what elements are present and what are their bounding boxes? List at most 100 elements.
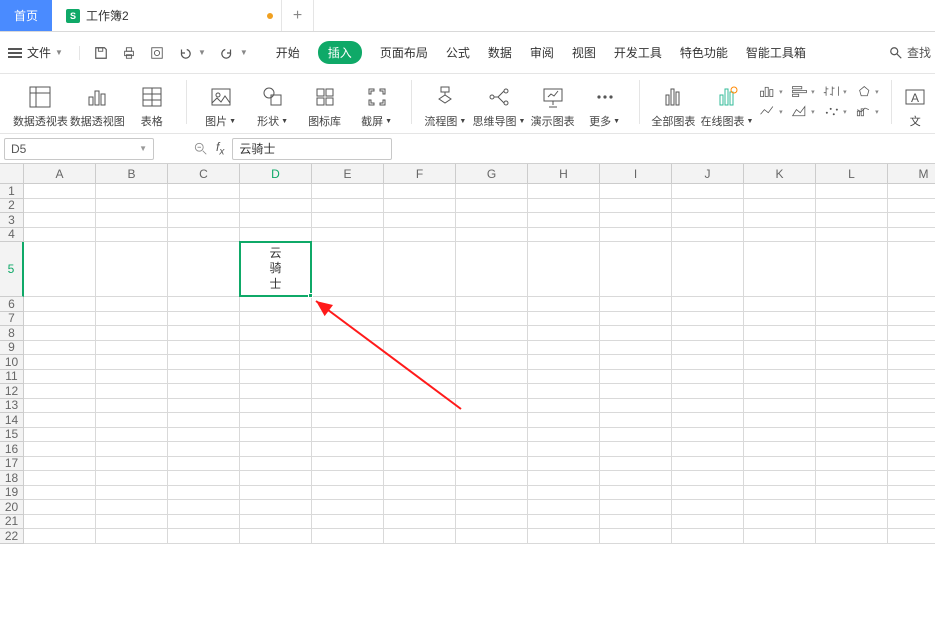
row-header-4[interactable]: 4 — [0, 228, 24, 243]
fx-icon[interactable]: fx — [216, 140, 224, 157]
active-cell[interactable]: 云骑士 — [239, 241, 312, 297]
mindmap-label: 思维导图 — [473, 113, 517, 129]
radar-chart-icon[interactable]: ▾ — [855, 84, 879, 100]
formula-bar-row: D5 ▼ fx 云骑士 — [0, 134, 935, 164]
tab-data[interactable]: 数据 — [488, 44, 512, 61]
row-header-7[interactable]: 7 — [0, 312, 24, 327]
row-header-16[interactable]: 16 — [0, 442, 24, 457]
row-header-20[interactable]: 20 — [0, 500, 24, 515]
select-all-corner[interactable] — [0, 164, 24, 184]
col-header-I[interactable]: I — [600, 164, 672, 184]
spreadsheet-grid[interactable]: ABCDEFGHIJKLM 12345678910111213141516171… — [0, 164, 935, 635]
pivot-table-button[interactable]: 数据透视表 — [14, 74, 67, 129]
scatter-chart-icon[interactable]: ▾ — [823, 104, 847, 120]
cell-grid[interactable] — [24, 184, 935, 544]
picture-button[interactable]: 图片▼ — [197, 74, 245, 129]
icon-library-button[interactable]: 图标库 — [301, 74, 349, 129]
mini-chart-group-2: ▾ ▾ — [789, 74, 817, 129]
row-header-18[interactable]: 18 — [0, 471, 24, 486]
col-header-A[interactable]: A — [24, 164, 96, 184]
tab-smart-toolbox[interactable]: 智能工具箱 — [746, 44, 806, 61]
print-icon[interactable] — [122, 46, 136, 60]
tab-add[interactable]: + — [282, 0, 314, 31]
zoom-out-icon[interactable] — [194, 142, 208, 156]
row-header-9[interactable]: 9 — [0, 341, 24, 356]
undo-icon[interactable] — [178, 46, 192, 60]
tab-start[interactable]: 开始 — [276, 44, 300, 61]
formula-value: 云骑士 — [239, 140, 275, 157]
row-header-15[interactable]: 15 — [0, 428, 24, 443]
tab-insert[interactable]: 插入 — [318, 41, 362, 64]
col-header-H[interactable]: H — [528, 164, 600, 184]
pivot-chart-button[interactable]: 数据透视图 — [71, 74, 124, 129]
col-header-E[interactable]: E — [312, 164, 384, 184]
file-menu[interactable]: 文件 ▼ — [8, 44, 63, 61]
col-header-G[interactable]: G — [456, 164, 528, 184]
tab-page-layout[interactable]: 页面布局 — [380, 44, 428, 61]
formula-input[interactable]: 云骑士 — [232, 138, 392, 160]
area-chart-icon[interactable]: ▾ — [791, 104, 815, 120]
row-header-11[interactable]: 11 — [0, 370, 24, 385]
chevron-down-icon[interactable]: ▼ — [240, 48, 248, 57]
row-header-3[interactable]: 3 — [0, 213, 24, 228]
row-header-2[interactable]: 2 — [0, 199, 24, 214]
row-header-1[interactable]: 1 — [0, 184, 24, 199]
tab-view[interactable]: 视图 — [572, 44, 596, 61]
all-charts-label: 全部图表 — [651, 113, 695, 129]
col-header-M[interactable]: M — [888, 164, 935, 184]
col-header-D[interactable]: D — [240, 164, 312, 184]
table-label: 表格 — [141, 113, 163, 129]
tab-formula[interactable]: 公式 — [446, 44, 470, 61]
row-header-6[interactable]: 6 — [0, 297, 24, 312]
row-header-22[interactable]: 22 — [0, 529, 24, 544]
table-button[interactable]: 表格 — [128, 74, 176, 129]
print-preview-icon[interactable] — [150, 46, 164, 60]
row-header-8[interactable]: 8 — [0, 326, 24, 341]
chevron-down-icon[interactable]: ▼ — [198, 48, 206, 57]
hbar-chart-icon[interactable]: ▾ — [791, 84, 815, 100]
tab-home[interactable]: 首页 — [0, 0, 52, 31]
row-header-21[interactable]: 21 — [0, 515, 24, 530]
presentation-chart-button[interactable]: 演示图表 — [529, 74, 577, 129]
row-header-12[interactable]: 12 — [0, 384, 24, 399]
all-charts-button[interactable]: 全部图表 — [649, 74, 697, 129]
row-header-14[interactable]: 14 — [0, 413, 24, 428]
more-button[interactable]: 更多▼ — [581, 74, 629, 129]
line-chart-icon[interactable]: ▾ — [759, 104, 783, 120]
separator — [639, 80, 640, 124]
flowchart-button[interactable]: 流程图▼ — [421, 74, 469, 129]
online-chart-label: 在线图表 — [701, 113, 745, 129]
col-header-J[interactable]: J — [672, 164, 744, 184]
mindmap-icon — [487, 85, 511, 109]
save-icon[interactable] — [94, 46, 108, 60]
redo-icon[interactable] — [220, 46, 234, 60]
col-header-C[interactable]: C — [168, 164, 240, 184]
col-header-F[interactable]: F — [384, 164, 456, 184]
screenshot-button[interactable]: 截屏▼ — [353, 74, 401, 129]
tab-workbook[interactable]: 工作簿2 — [52, 0, 282, 31]
col-header-B[interactable]: B — [96, 164, 168, 184]
shape-button[interactable]: 形状▼ — [249, 74, 297, 129]
col-header-L[interactable]: L — [816, 164, 888, 184]
name-box[interactable]: D5 ▼ — [4, 138, 154, 160]
col-header-K[interactable]: K — [744, 164, 816, 184]
row-header-17[interactable]: 17 — [0, 457, 24, 472]
online-chart-button[interactable]: 在线图表▼ — [701, 74, 752, 129]
tab-review[interactable]: 审阅 — [530, 44, 554, 61]
row-header-13[interactable]: 13 — [0, 399, 24, 414]
mindmap-button[interactable]: 思维导图▼ — [473, 74, 524, 129]
stock-chart-icon[interactable]: ▾ — [823, 84, 847, 100]
chevron-down-icon: ▼ — [281, 118, 288, 125]
text-button[interactable]: A 文 — [901, 74, 929, 129]
combo-chart-icon[interactable]: ▾ — [855, 104, 879, 120]
tab-developer[interactable]: 开发工具 — [614, 44, 662, 61]
search-box[interactable]: 查找 — [889, 44, 935, 61]
tab-workbook-label: 工作簿2 — [86, 7, 129, 24]
row-header-5[interactable]: 5 — [0, 242, 24, 297]
bar-chart-icon[interactable]: ▾ — [759, 84, 783, 100]
textbox-icon: A — [903, 85, 927, 109]
tab-features[interactable]: 特色功能 — [680, 44, 728, 61]
fill-handle[interactable] — [308, 293, 313, 298]
row-header-10[interactable]: 10 — [0, 355, 24, 370]
row-header-19[interactable]: 19 — [0, 486, 24, 501]
